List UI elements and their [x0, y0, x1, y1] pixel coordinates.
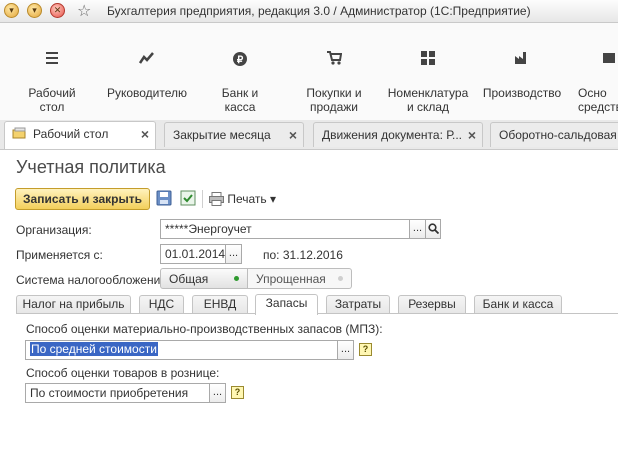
window-menu-button[interactable]: ▾ [27, 3, 42, 18]
tab-label: Оборотно-сальдовая ве [499, 128, 618, 142]
tax-simplified-option[interactable]: Упрощенная [248, 268, 352, 289]
tab-label: Закрытие месяца [173, 128, 271, 142]
sections-panel: Рабочий стол Руководителю ₽ Банк и касса… [0, 23, 618, 121]
selected-dot-icon [234, 276, 239, 281]
organization-label: Организация: [16, 223, 92, 237]
tab-income-tax[interactable]: Налог на прибыль [16, 295, 131, 314]
close-tab-icon[interactable]: × [141, 126, 149, 142]
tax-general-label: Общая [169, 272, 209, 286]
desktop-icon [12, 127, 26, 139]
tab-reserves[interactable]: Резервы [398, 295, 466, 314]
mpz-method-label: Способ оценки материально-производственн… [26, 322, 383, 336]
tab-vat[interactable]: НДС [139, 295, 184, 314]
menu-icon [12, 51, 92, 67]
page-title: Учетная политика [16, 157, 166, 177]
magnifier-icon [427, 223, 439, 235]
assets-icon [574, 51, 618, 67]
print-button[interactable]: Печать ▾ [209, 192, 276, 206]
tab-inventory[interactable]: Запасы [255, 294, 318, 315]
section-manager[interactable]: Руководителю [104, 23, 190, 118]
tab-month-closing[interactable]: Закрытие месяца × [164, 122, 304, 147]
tab-bank-cash[interactable]: Банк и касса [474, 295, 562, 314]
retail-help-icon[interactable]: ? [231, 386, 244, 399]
chevron-down-icon: ▾ [270, 192, 277, 206]
section-fixed-assets[interactable]: Осно средств [574, 23, 618, 118]
favorites-star-icon[interactable]: ☆ [77, 1, 91, 21]
mpz-method-select-button[interactable]: ... [337, 340, 354, 360]
svg-text:₽: ₽ [237, 55, 244, 66]
open-tabs-strip: Рабочий стол × Закрытие месяца × Движени… [0, 120, 618, 150]
ruble-icon: ₽ [208, 51, 272, 67]
save-icon[interactable] [156, 190, 173, 207]
retail-method-label: Способ оценки товаров в рознице: [26, 366, 220, 380]
post-document-icon[interactable] [180, 190, 197, 207]
tax-simplified-label: Упрощенная [256, 272, 326, 286]
close-window-button[interactable]: ✕ [50, 3, 65, 18]
applies-from-label: Применяется с: [16, 248, 103, 262]
mpz-method-value: По средней стоимости [30, 342, 158, 356]
calendar-button[interactable]: ... [225, 244, 242, 264]
tab-costs[interactable]: Затраты [326, 295, 390, 314]
retail-method-select-button[interactable]: ... [209, 383, 226, 403]
printer-icon [209, 192, 224, 206]
tab-envd[interactable]: ЕНВД [192, 295, 248, 314]
tax-system-label: Система налогообложения: [16, 273, 171, 287]
organization-select-button[interactable]: ... [409, 219, 426, 239]
tab-label: Рабочий стол [33, 127, 109, 141]
mpz-help-icon[interactable]: ? [359, 343, 372, 356]
applies-from-field[interactable]: 01.01.2014 [160, 244, 226, 264]
mpz-method-field[interactable]: По средней стоимости [25, 340, 338, 360]
retail-method-field[interactable]: По стоимости приобретения [25, 383, 210, 403]
main-menu-button[interactable]: ▾ [4, 3, 19, 18]
tab-document-movements[interactable]: Движения документа: Р... × [313, 122, 483, 147]
tab-desktop[interactable]: Рабочий стол × [4, 121, 156, 149]
toolbar-divider [202, 190, 203, 208]
organization-field[interactable]: *****Энергоучет [160, 219, 410, 239]
trend-icon [104, 51, 190, 67]
factory-icon [480, 51, 564, 67]
section-desktop[interactable]: Рабочий стол [12, 23, 92, 118]
section-purchases-sales[interactable]: Покупки и продажи [296, 23, 372, 118]
cart-icon [296, 51, 372, 67]
tax-general-option[interactable]: Общая [160, 268, 248, 289]
unselected-dot-icon [338, 276, 343, 281]
print-label: Печать [227, 192, 267, 206]
organization-open-button[interactable] [425, 219, 441, 239]
grid-icon [384, 51, 472, 67]
window-title-bar: ▾ ▾ ✕ ☆ Бухгалтерия предприятия, редакци… [0, 0, 618, 23]
tab-turnover-balance[interactable]: Оборотно-сальдовая ве [490, 122, 618, 147]
section-bank[interactable]: ₽ Банк и касса [208, 23, 272, 118]
applies-to-text: по: 31.12.2016 [263, 248, 343, 262]
close-tab-icon[interactable]: × [289, 127, 297, 143]
close-tab-icon[interactable]: × [468, 127, 476, 143]
tab-label: Движения документа: Р... [322, 128, 462, 142]
window-title: Бухгалтерия предприятия, редакция 3.0 / … [107, 4, 531, 18]
section-nomenclature[interactable]: Номенклатура и склад [384, 23, 472, 118]
section-production[interactable]: Производство [480, 23, 564, 118]
save-and-close-button[interactable]: Записать и закрыть [15, 188, 150, 210]
